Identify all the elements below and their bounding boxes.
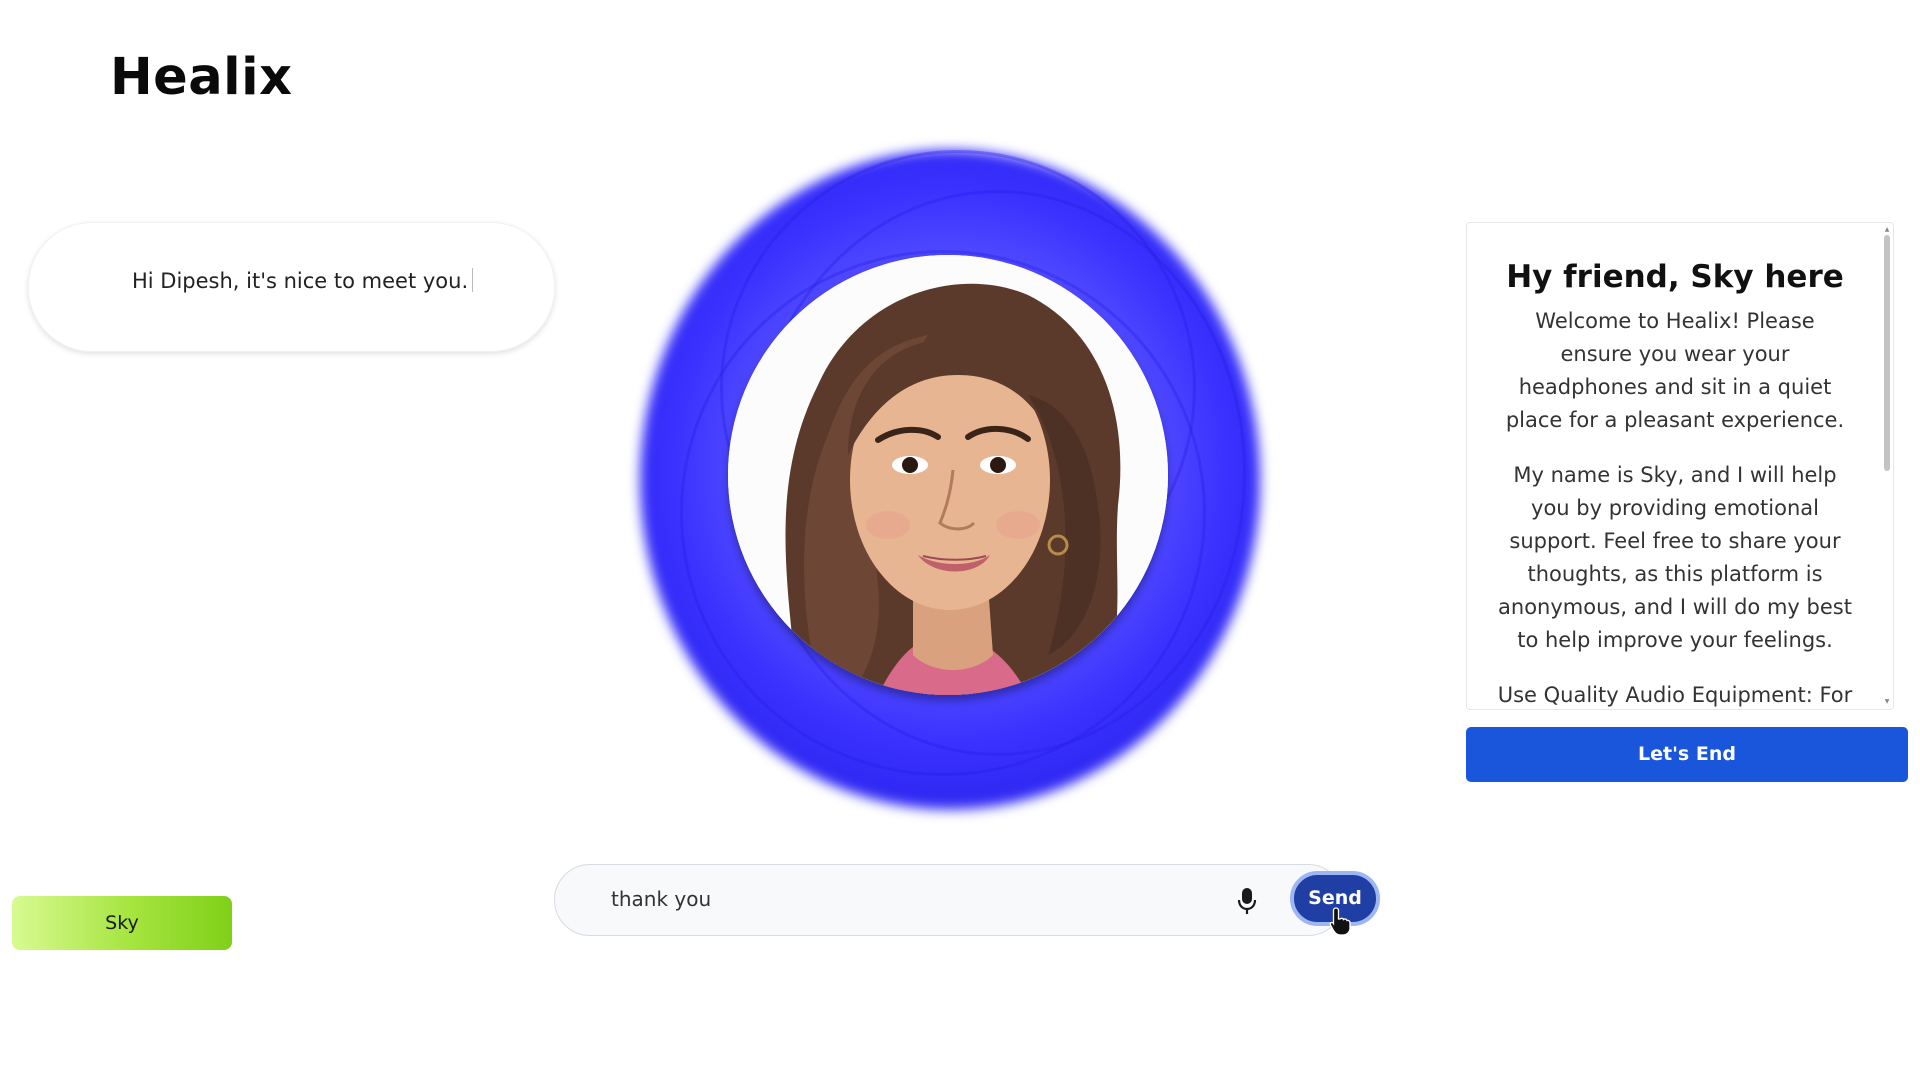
- speech-message: Hi Dipesh, it's nice to meet you.: [132, 269, 469, 293]
- end-session-button[interactable]: Let's End: [1466, 727, 1908, 782]
- info-paragraph: Welcome to Healix! Please ensure you wea…: [1505, 309, 1845, 432]
- speech-text: Hi Dipesh, it's nice to meet you.: [132, 268, 474, 293]
- scroll-down-icon[interactable]: ▼: [1883, 699, 1891, 705]
- scroll-up-icon[interactable]: ▲: [1883, 227, 1891, 233]
- info-scrollbar[interactable]: ▲ ▼: [1883, 227, 1891, 705]
- scroll-thumb[interactable]: [1884, 235, 1890, 471]
- info-paragraph: My name is Sky, and I will help you by p…: [1498, 463, 1852, 652]
- info-card: Hy friend, Sky here Welcome to Healix! P…: [1466, 222, 1894, 710]
- info-title: Hy friend, Sky here: [1506, 259, 1844, 295]
- woman-portrait-icon: [728, 255, 1168, 695]
- microphone-icon[interactable]: [1235, 886, 1259, 916]
- speech-bubble: Hi Dipesh, it's nice to meet you.: [28, 222, 555, 352]
- info-content: Hy friend, Sky here Welcome to Healix! P…: [1467, 223, 1877, 709]
- chat-input[interactable]: thank you: [554, 864, 1344, 936]
- avatar: [728, 255, 1168, 695]
- info-paragraph: Use Quality Audio Equipment: For: [1497, 683, 1853, 707]
- hand-cursor-icon: [1329, 907, 1351, 936]
- app-logo: Healix: [110, 48, 293, 107]
- avatar-halo: [600, 110, 1300, 850]
- chat-input-value[interactable]: thank you: [611, 887, 711, 911]
- app-page: Healix Hi Dipesh, it's nice to meet you.: [0, 0, 1920, 1080]
- persona-sky-button[interactable]: Sky: [12, 896, 232, 950]
- text-caret: [472, 268, 474, 292]
